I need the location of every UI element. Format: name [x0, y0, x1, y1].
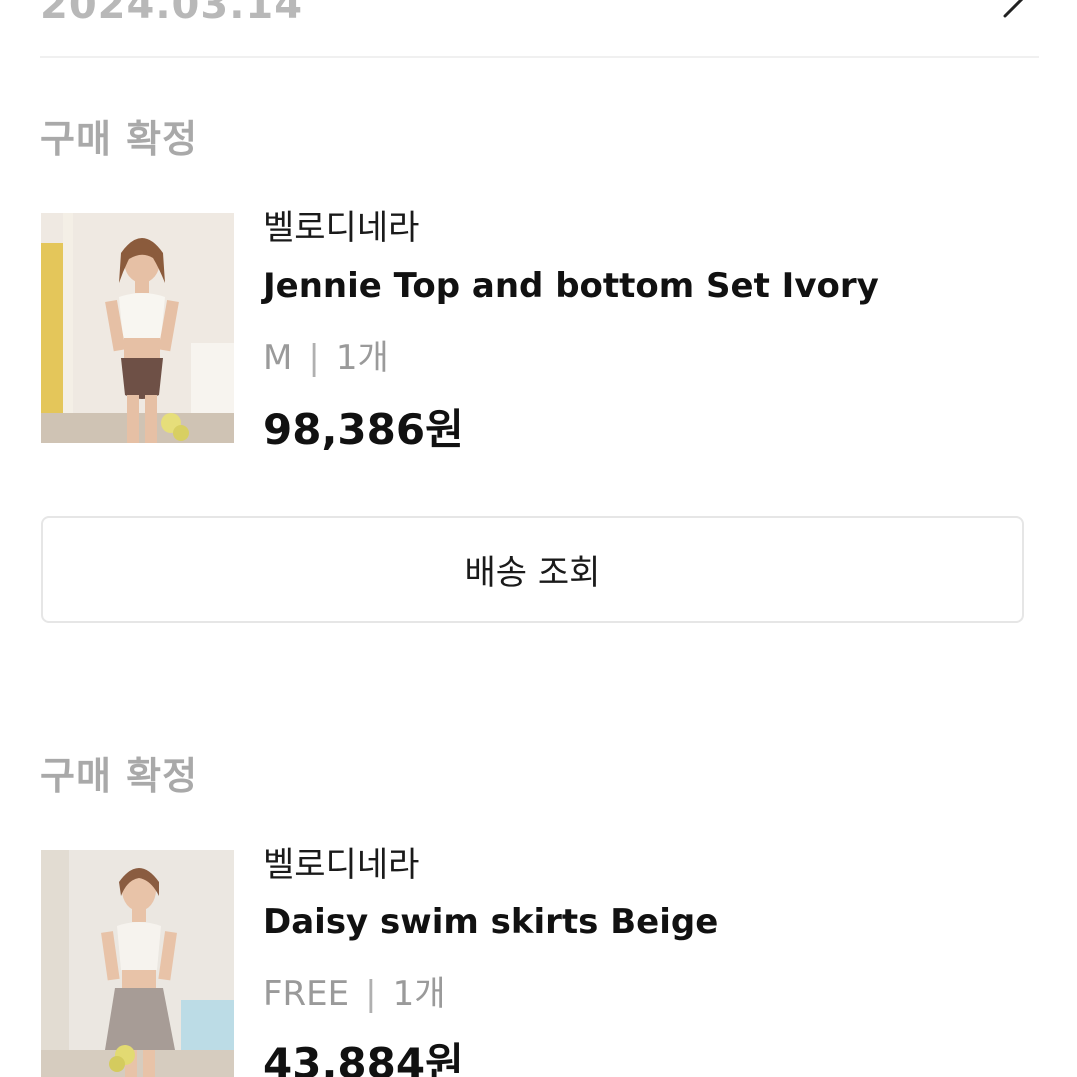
order-status: 구매 확정	[40, 754, 199, 798]
chevron-right-icon[interactable]	[997, 0, 1033, 20]
option-quantity: FREE | 1개	[263, 966, 446, 1015]
order-history-screen: 2024.03.14 구매 확정 벨로디네라 Jennie Top and bo…	[0, 0, 1077, 1077]
brand-name: 벨로디네라	[263, 845, 420, 885]
product-name[interactable]: Jennie Top and bottom Set Ivory	[263, 266, 879, 306]
product-image[interactable]	[41, 213, 234, 443]
product-price: 98,386원	[263, 405, 464, 454]
option-value: M	[263, 338, 293, 378]
option-value: FREE	[263, 974, 350, 1014]
product-name[interactable]: Daisy swim skirts Beige	[263, 902, 718, 942]
product-image[interactable]	[41, 850, 234, 1077]
separator: |	[308, 338, 320, 378]
order-date: 2024.03.14	[40, 0, 304, 28]
brand-name: 벨로디네라	[263, 208, 420, 248]
quantity-value: 1개	[335, 338, 389, 378]
product-price: 43,884원	[263, 1039, 464, 1077]
divider	[40, 56, 1039, 58]
track-delivery-button[interactable]: 배송 조회	[41, 516, 1024, 623]
option-quantity: M | 1개	[263, 330, 389, 379]
separator: |	[365, 974, 377, 1014]
quantity-value: 1개	[392, 974, 446, 1014]
order-status: 구매 확정	[40, 117, 199, 161]
